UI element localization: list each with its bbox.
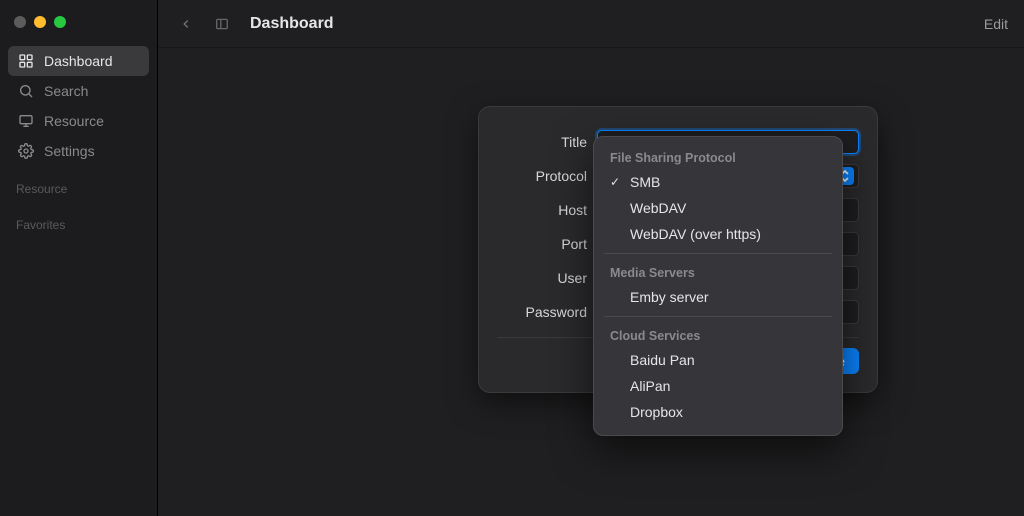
sidebar-item-label: Search	[44, 83, 88, 99]
menu-item-label: WebDAV	[630, 200, 686, 216]
back-button[interactable]	[174, 12, 198, 36]
sidebar-item-label: Resource	[44, 113, 104, 129]
edit-button[interactable]: Edit	[984, 16, 1008, 32]
sidebar-item-resource[interactable]: Resource	[8, 106, 149, 136]
window-controls	[0, 10, 157, 46]
app-window: Dashboard Search Resource Settings	[0, 0, 1024, 516]
sidebar-item-dashboard[interactable]: Dashboard	[8, 46, 149, 76]
sidebar-section-favorites: Favorites	[0, 202, 157, 238]
user-label: User	[497, 270, 597, 286]
title-label: Title	[497, 134, 597, 150]
menu-item-alipan[interactable]: AliPan	[594, 373, 842, 399]
menu-item-label: Dropbox	[630, 404, 683, 420]
sidebar-item-settings[interactable]: Settings	[8, 136, 149, 166]
protocol-label: Protocol	[497, 168, 597, 184]
menu-header-media: Media Servers	[594, 260, 842, 284]
menu-header-file-sharing: File Sharing Protocol	[594, 145, 842, 169]
menu-item-smb[interactable]: ✓ SMB	[594, 169, 842, 195]
menu-header-cloud: Cloud Services	[594, 323, 842, 347]
menu-item-emby[interactable]: Emby server	[594, 284, 842, 310]
menu-item-label: AliPan	[630, 378, 670, 394]
menu-item-label: Baidu Pan	[630, 352, 695, 368]
port-label: Port	[497, 236, 597, 252]
menu-item-baidu-pan[interactable]: Baidu Pan	[594, 347, 842, 373]
close-window-button[interactable]	[14, 16, 26, 28]
sidebar-item-label: Dashboard	[44, 53, 113, 69]
menu-item-label: Emby server	[630, 289, 709, 305]
sidebar-section-resource: Resource	[0, 166, 157, 202]
sidebar: Dashboard Search Resource Settings	[0, 0, 158, 516]
password-label: Password	[497, 304, 597, 320]
protocol-menu: File Sharing Protocol ✓ SMB WebDAV WebDA…	[593, 136, 843, 436]
check-icon: ✓	[608, 175, 622, 189]
dashboard-icon	[18, 53, 34, 69]
menu-item-webdav[interactable]: WebDAV	[594, 195, 842, 221]
toggle-sidebar-button[interactable]	[210, 12, 234, 36]
menu-item-label: SMB	[630, 174, 660, 190]
sidebar-item-search[interactable]: Search	[8, 76, 149, 106]
minimize-window-button[interactable]	[34, 16, 46, 28]
page-title: Dashboard	[250, 15, 334, 33]
menu-item-dropbox[interactable]: Dropbox	[594, 399, 842, 425]
toolbar: Dashboard Edit	[158, 0, 1024, 48]
resource-icon	[18, 113, 34, 129]
menu-separator	[604, 253, 832, 254]
sidebar-item-label: Settings	[44, 143, 95, 159]
main-area: Dashboard Edit Title Protocol SMB	[158, 0, 1024, 516]
settings-icon	[18, 143, 34, 159]
search-icon	[18, 83, 34, 99]
menu-separator	[604, 316, 832, 317]
menu-item-label: WebDAV (over https)	[630, 226, 761, 242]
menu-item-webdav-https[interactable]: WebDAV (over https)	[594, 221, 842, 247]
zoom-window-button[interactable]	[54, 16, 66, 28]
sidebar-nav: Dashboard Search Resource Settings	[0, 46, 157, 166]
host-label: Host	[497, 202, 597, 218]
